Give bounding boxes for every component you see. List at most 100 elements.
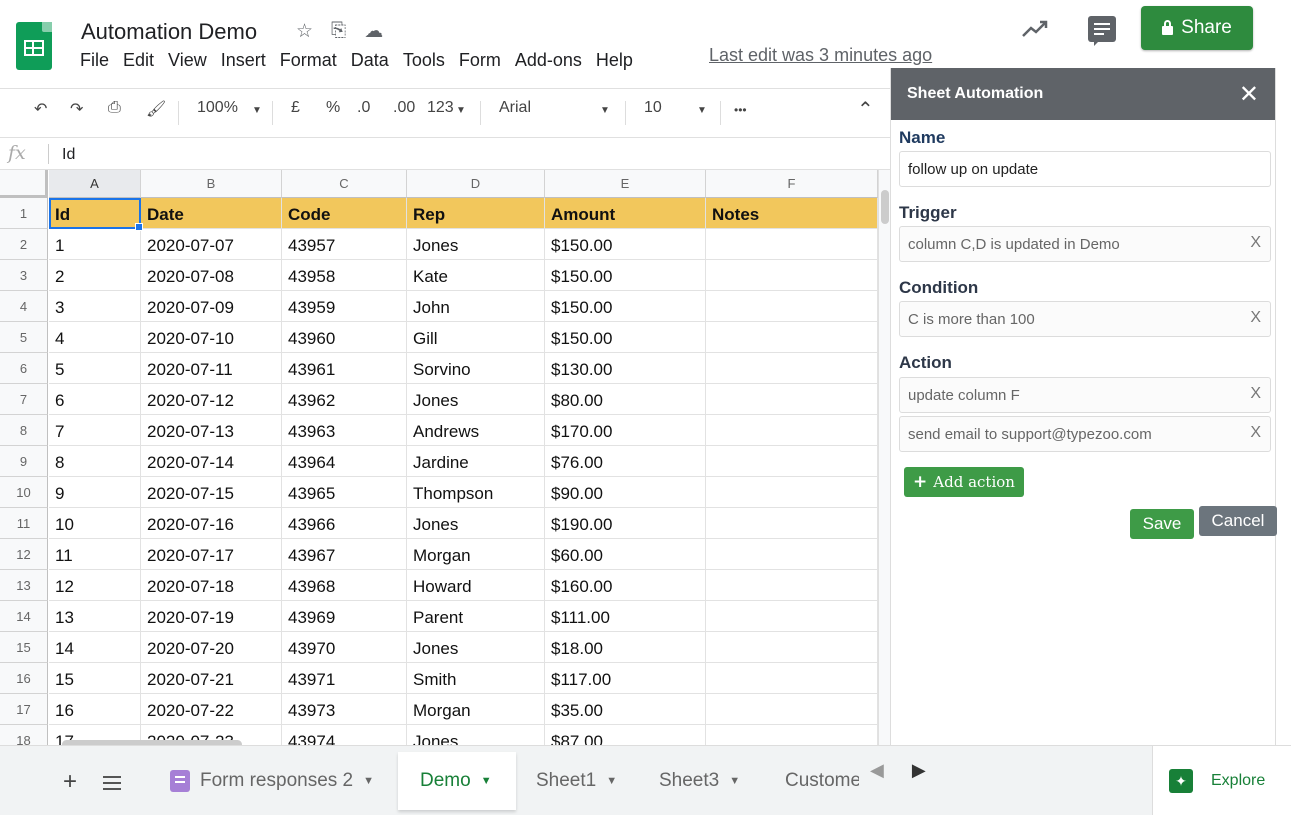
table-cell[interactable]: $150.00 [545, 260, 706, 291]
tab-custome[interactable]: Custome [771, 752, 859, 810]
condition-field[interactable]: C is more than 100 X [899, 301, 1271, 337]
column-header-f[interactable]: F [706, 170, 878, 198]
table-cell[interactable] [706, 632, 878, 663]
table-cell[interactable]: 43968 [282, 570, 407, 601]
table-cell[interactable]: 43961 [282, 353, 407, 384]
header-cell[interactable]: Amount [545, 198, 706, 229]
explore-button[interactable]: ✦ Explore [1152, 746, 1291, 815]
comments-icon[interactable] [1088, 16, 1116, 46]
table-cell[interactable] [706, 260, 878, 291]
add-sheet-icon[interactable]: + [63, 768, 77, 796]
spreadsheet-grid[interactable]: A B C D E F 1 Id Date Code Rep Amount Notes 2 1 2020-07… [0, 170, 878, 745]
undo-icon[interactable]: ↶ [34, 99, 47, 119]
table-cell[interactable]: $18.00 [545, 632, 706, 663]
table-cell[interactable]: 43964 [282, 446, 407, 477]
row-header[interactable]: 13 [0, 570, 48, 601]
table-cell[interactable]: 2020-07-10 [141, 322, 282, 353]
table-cell[interactable] [706, 570, 878, 601]
row-header[interactable]: 1 [0, 198, 48, 229]
table-cell[interactable]: 2020-07-18 [141, 570, 282, 601]
table-cell[interactable]: $111.00 [545, 601, 706, 632]
zoom-select[interactable]: 100% [197, 99, 238, 117]
row-header[interactable]: 11 [0, 508, 48, 539]
chevron-down-icon[interactable]: ▼ [697, 105, 707, 116]
cloud-status-icon[interactable]: ☁ [364, 20, 383, 43]
table-cell[interactable]: John [407, 291, 545, 322]
table-cell[interactable]: 43959 [282, 291, 407, 322]
table-cell[interactable]: 2020-07-09 [141, 291, 282, 322]
table-cell[interactable]: 1 [49, 229, 141, 260]
row-header[interactable]: 10 [0, 477, 48, 508]
select-all-corner[interactable] [0, 170, 48, 198]
table-cell[interactable] [706, 446, 878, 477]
menu-item-form[interactable]: Form [459, 50, 501, 71]
table-cell[interactable]: 43966 [282, 508, 407, 539]
table-cell[interactable]: 2020-07-16 [141, 508, 282, 539]
tab-sheet1[interactable]: Sheet1 ▼ [522, 752, 631, 810]
table-cell[interactable]: 2020-07-13 [141, 415, 282, 446]
table-cell[interactable]: 13 [49, 601, 141, 632]
increase-decimal-button[interactable]: .00 [393, 99, 415, 117]
table-cell[interactable]: 7 [49, 415, 141, 446]
table-cell[interactable] [706, 508, 878, 539]
table-cell[interactable]: $35.00 [545, 694, 706, 725]
activity-trend-icon[interactable] [1020, 18, 1050, 40]
chevron-down-icon[interactable]: ▼ [606, 775, 617, 787]
table-cell[interactable] [706, 291, 878, 322]
row-header[interactable]: 18 [0, 725, 48, 745]
table-cell[interactable] [706, 539, 878, 570]
font-select[interactable]: Arial [499, 99, 531, 117]
remove-trigger-icon[interactable]: X [1250, 234, 1261, 252]
menu-item-data[interactable]: Data [351, 50, 389, 71]
menu-item-format[interactable]: Format [280, 50, 337, 71]
table-cell[interactable]: 4 [49, 322, 141, 353]
chevron-down-icon[interactable]: ▼ [729, 775, 740, 787]
column-header-a[interactable]: A [49, 170, 141, 198]
table-cell[interactable]: 2020-07-19 [141, 601, 282, 632]
column-header-e[interactable]: E [545, 170, 706, 198]
column-header-c[interactable]: C [282, 170, 407, 198]
table-cell[interactable]: 5 [49, 353, 141, 384]
table-cell[interactable]: 2 [49, 260, 141, 291]
table-cell[interactable]: 8 [49, 446, 141, 477]
table-cell[interactable]: $80.00 [545, 384, 706, 415]
table-cell[interactable]: 43970 [282, 632, 407, 663]
table-cell[interactable]: 6 [49, 384, 141, 415]
tab-form-responses-2[interactable]: Form responses 2 ▼ [156, 752, 388, 810]
table-cell[interactable]: $160.00 [545, 570, 706, 601]
table-cell[interactable]: 2020-07-21 [141, 663, 282, 694]
table-cell[interactable]: 43971 [282, 663, 407, 694]
action-field[interactable]: send email to support@typezoo.com X [899, 416, 1271, 452]
trigger-field[interactable]: column C,D is updated in Demo X [899, 226, 1271, 262]
menu-item-help[interactable]: Help [596, 50, 633, 71]
header-cell[interactable]: Rep [407, 198, 545, 229]
table-cell[interactable]: $130.00 [545, 353, 706, 384]
table-cell[interactable] [706, 601, 878, 632]
remove-condition-icon[interactable]: X [1250, 309, 1261, 327]
table-cell[interactable]: 43973 [282, 694, 407, 725]
chevron-down-icon[interactable]: ▼ [481, 775, 492, 787]
table-cell[interactable]: $150.00 [545, 291, 706, 322]
table-cell[interactable]: 14 [49, 632, 141, 663]
table-cell[interactable]: 2020-07-15 [141, 477, 282, 508]
header-cell[interactable]: Date [141, 198, 282, 229]
table-cell[interactable]: 43969 [282, 601, 407, 632]
table-cell[interactable]: 3 [49, 291, 141, 322]
row-header[interactable]: 8 [0, 415, 48, 446]
row-header[interactable]: 3 [0, 260, 48, 291]
table-cell[interactable]: $60.00 [545, 539, 706, 570]
row-header[interactable]: 17 [0, 694, 48, 725]
table-cell[interactable]: 43974 [282, 725, 407, 745]
table-cell[interactable]: 2020-07-12 [141, 384, 282, 415]
remove-action-icon[interactable]: X [1250, 385, 1261, 403]
all-sheets-icon[interactable] [103, 776, 121, 790]
menu-item-insert[interactable]: Insert [221, 50, 266, 71]
move-folder-icon[interactable]: ⎘ [331, 20, 346, 43]
table-cell[interactable]: Kate [407, 260, 545, 291]
print-icon[interactable]: ⎙ [108, 99, 121, 117]
scroll-right-icon[interactable]: ▶ [912, 760, 926, 781]
star-icon[interactable]: ☆ [296, 20, 313, 43]
chevron-down-icon[interactable]: ▼ [456, 105, 466, 116]
table-cell[interactable]: Jones [407, 725, 545, 745]
table-cell[interactable]: 2020-07-14 [141, 446, 282, 477]
